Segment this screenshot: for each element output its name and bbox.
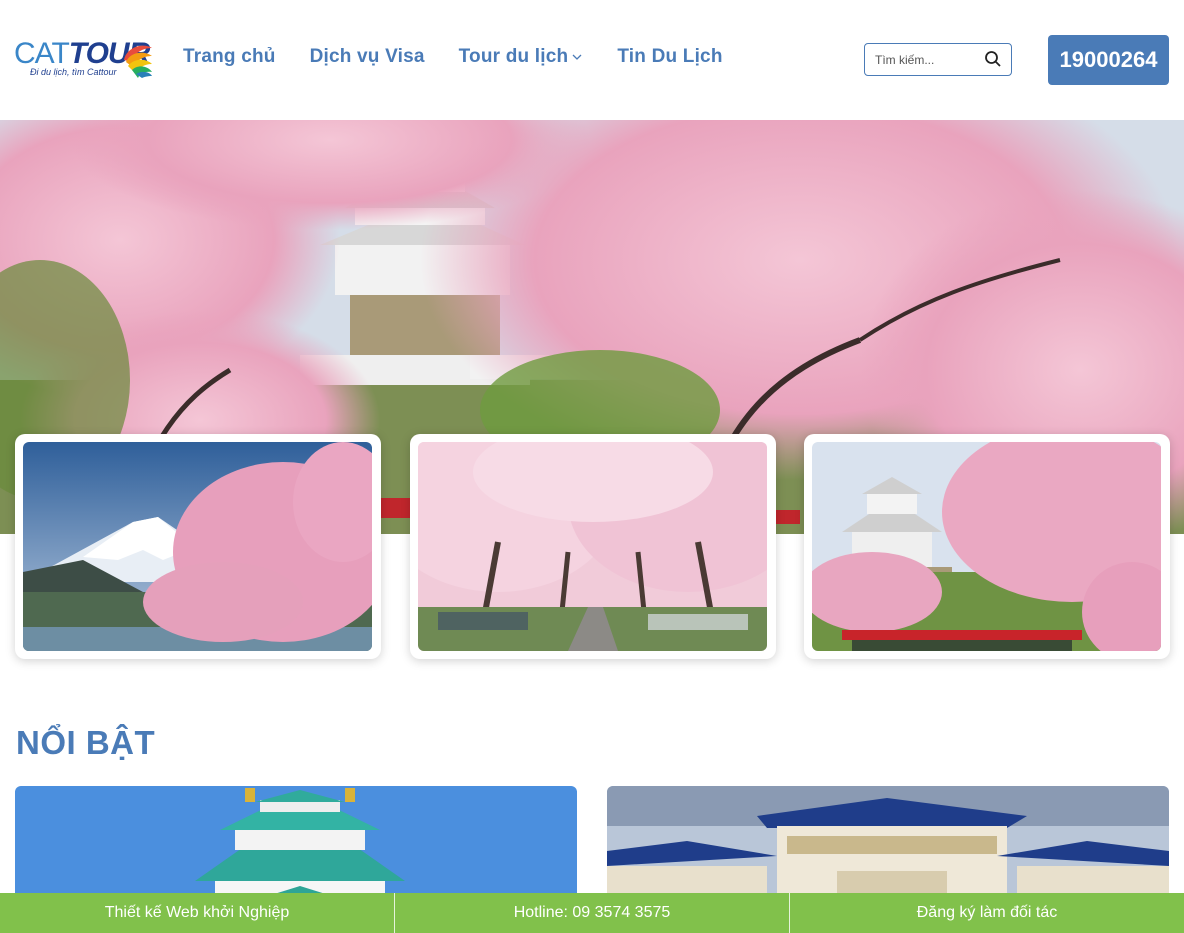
cherry-park-scene bbox=[418, 442, 767, 651]
nav-item-news[interactable]: Tin Du Lịch bbox=[617, 46, 722, 68]
bottom-action-bar: Thiết kế Web khởi Nghiệp Hotline: 09 357… bbox=[0, 893, 1184, 933]
tour-card[interactable] bbox=[804, 434, 1170, 659]
logo-swirl-icon bbox=[124, 45, 152, 78]
cherry-park-image bbox=[418, 442, 767, 651]
chevron-down-icon bbox=[572, 54, 582, 60]
cattour-logo[interactable]: CATTOUR Đi du lịch, tìm Cattour bbox=[14, 38, 154, 82]
main-nav: Trang chủ Dịch vụ Visa Tour du lịch Tin … bbox=[183, 46, 757, 68]
hotline-link[interactable]: Hotline: 09 3574 3575 bbox=[395, 893, 790, 933]
nav-item-home[interactable]: Trang chủ bbox=[183, 46, 276, 68]
mount-fuji-scene bbox=[23, 442, 372, 651]
featured-section-title: NỔI BẬT bbox=[16, 724, 156, 761]
himeji-castle-scene bbox=[812, 442, 1161, 651]
himeji-castle-image bbox=[812, 442, 1161, 651]
nav-item-label: Tin Du Lịch bbox=[617, 46, 723, 67]
hotline-button[interactable]: 19000264 bbox=[1048, 35, 1169, 85]
web-design-link[interactable]: Thiết kế Web khởi Nghiệp bbox=[0, 893, 395, 933]
search-icon[interactable] bbox=[984, 50, 1002, 68]
logo-cat-text: CAT bbox=[14, 37, 70, 70]
search-box bbox=[864, 43, 1012, 76]
nav-item-label: Trang chủ bbox=[183, 46, 276, 67]
partner-signup-link[interactable]: Đăng ký làm đối tác bbox=[790, 893, 1184, 933]
nav-item-label: Dịch vụ Visa bbox=[309, 46, 425, 67]
search-input[interactable] bbox=[875, 50, 975, 70]
tour-card[interactable] bbox=[410, 434, 776, 659]
nav-item-tours[interactable]: Tour du lịch bbox=[459, 46, 584, 68]
nav-item-label: Tour du lịch bbox=[458, 46, 569, 67]
logo-tagline: Đi du lịch, tìm Cattour bbox=[30, 67, 117, 77]
site-header: CATTOUR Đi du lịch, tìm Cattour Trang ch… bbox=[0, 0, 1184, 120]
tour-card[interactable] bbox=[15, 434, 381, 659]
nav-item-visa[interactable]: Dịch vụ Visa bbox=[310, 46, 425, 68]
mount-fuji-image bbox=[23, 442, 372, 651]
